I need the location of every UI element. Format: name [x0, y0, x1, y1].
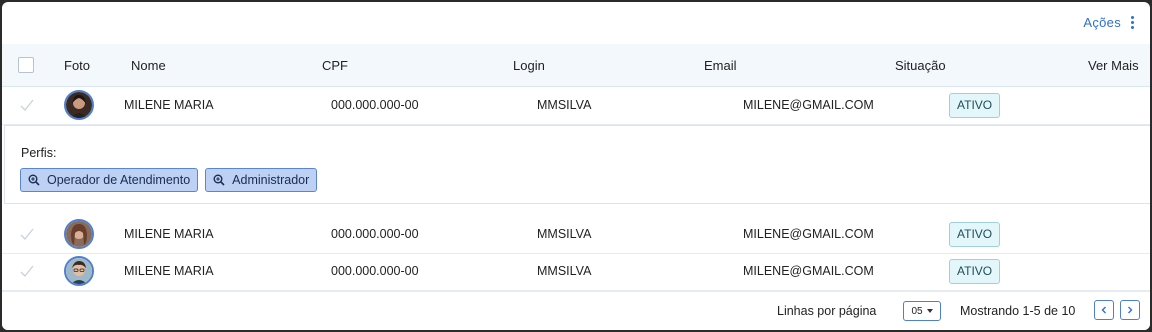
profiles-chip-list: Operador de Atendimento Administrador [20, 168, 318, 192]
profile-chip-label: Administrador [232, 173, 310, 187]
kebab-menu-icon [1131, 16, 1134, 29]
cell-name: MILENE MARIA [124, 264, 214, 278]
cell-login: MMSILVA [537, 98, 592, 112]
profile-chip-administrador[interactable]: Administrador [205, 168, 318, 192]
cell-email: MILENE@GMAIL.COM [743, 264, 874, 278]
caret-down-icon [926, 309, 933, 313]
column-header-more: Ver Mais [1088, 58, 1139, 73]
column-header-login[interactable]: Login [513, 58, 545, 73]
cell-cpf: 000.000.000-00 [331, 98, 419, 112]
zoom-in-icon [213, 174, 225, 186]
cell-name: MILENE MARIA [124, 227, 214, 241]
cell-email: MILENE@GMAIL.COM [743, 227, 874, 241]
rows-per-page-label: Linhas por página [777, 304, 877, 318]
cell-email: MILENE@GMAIL.COM [743, 98, 874, 112]
select-all-checkbox[interactable] [18, 57, 34, 73]
chevron-left-icon [1101, 306, 1106, 314]
cell-login: MMSILVA [537, 264, 592, 278]
cell-cpf: 000.000.000-00 [331, 227, 419, 241]
column-header-cpf[interactable]: CPF [322, 58, 348, 73]
table-row[interactable]: MILENE MARIA 000.000.000-00 MMSILVA MILE… [2, 253, 1150, 291]
check-icon[interactable] [19, 263, 35, 279]
previous-page-button[interactable] [1094, 300, 1114, 320]
check-icon[interactable] [19, 97, 35, 113]
column-header-photo: Foto [64, 58, 91, 73]
check-icon[interactable] [19, 226, 35, 242]
pagination-bar: Linhas por página 05 Mostrando 1-5 de 10 [2, 291, 1150, 330]
table-toolbar: Ações [2, 2, 1150, 45]
cell-name: MILENE MARIA [124, 98, 214, 112]
actions-menu-button[interactable]: Ações [1083, 15, 1134, 30]
next-page-button[interactable] [1120, 300, 1140, 320]
rows-per-page-select[interactable]: 05 [903, 301, 941, 321]
zoom-in-icon [28, 174, 40, 186]
rows-per-page-value: 05 [911, 305, 923, 317]
cell-cpf: 000.000.000-00 [331, 264, 419, 278]
status-badge: ATIVO [949, 222, 1001, 247]
pagination-status: Mostrando 1-5 de 10 [960, 304, 1076, 318]
column-header-status[interactable]: Situação [895, 58, 946, 73]
column-header-email[interactable]: Email [704, 58, 737, 73]
avatar [64, 256, 94, 286]
actions-label: Ações [1083, 15, 1121, 30]
status-badge: ATIVO [949, 93, 1001, 118]
profile-chip-operador[interactable]: Operador de Atendimento [20, 168, 199, 192]
table-row[interactable]: MILENE MARIA 000.000.000-00 MMSILVA MILE… [2, 87, 1150, 125]
column-header-name[interactable]: Nome [131, 58, 166, 73]
profile-chip-label: Operador de Atendimento [47, 173, 191, 187]
table-header: Foto Nome CPF Login Email Situação Ver M… [2, 44, 1150, 87]
avatar [64, 90, 94, 120]
avatar [64, 219, 94, 249]
table-row[interactable]: MILENE MARIA 000.000.000-00 MMSILVA MILE… [2, 216, 1150, 254]
row-detail-panel: Perfis: Operador de Atendimento Administ… [4, 125, 1150, 204]
profiles-label: Perfis: [21, 146, 57, 160]
chevron-right-icon [1128, 306, 1133, 314]
cell-login: MMSILVA [537, 227, 592, 241]
users-table-panel: Ações Foto Nome CPF Login Email Situação… [2, 2, 1150, 330]
status-badge: ATIVO [949, 259, 1001, 284]
